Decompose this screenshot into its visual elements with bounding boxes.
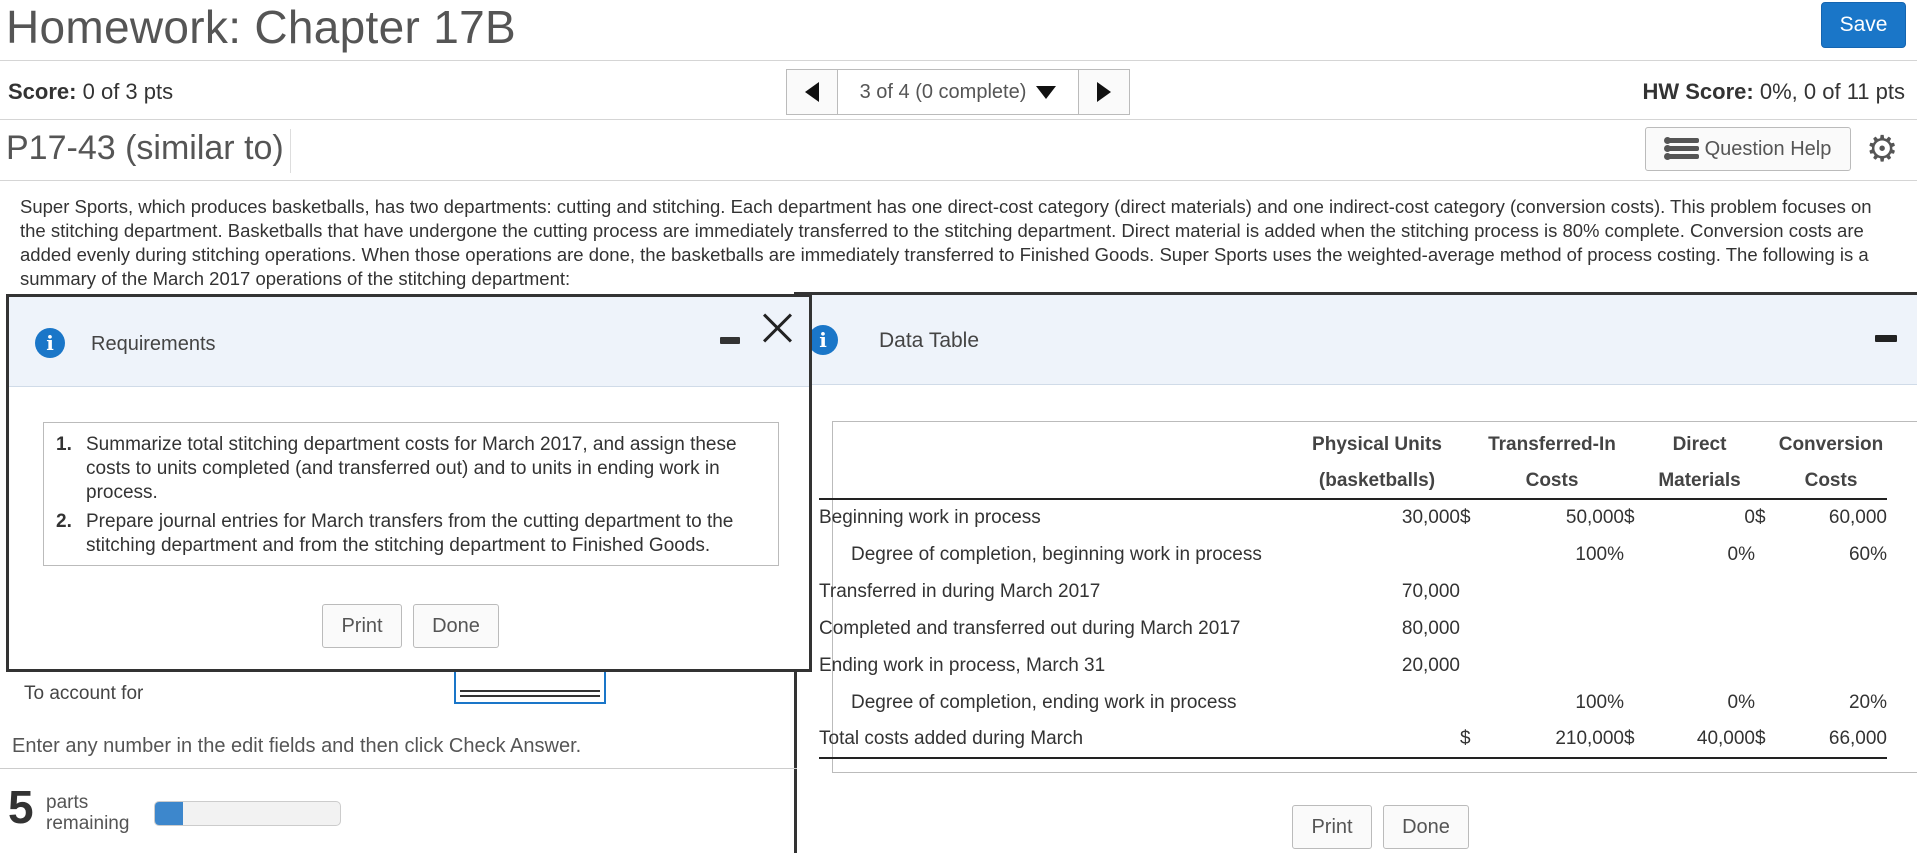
score-bar: Score: 0 of 3 pts 3 of 4 (0 complete) HW… [0, 60, 1917, 120]
table-row: Degree of completion, ending work in pro… [851, 691, 1887, 713]
page-title: Homework: Chapter 17B [6, 1, 516, 53]
data-table-title: Data Table [879, 329, 980, 352]
col-conversion-costs-sub: Costs [1775, 463, 1887, 500]
question-select[interactable]: 3 of 4 (0 complete) [838, 69, 1078, 115]
col-physical-units-sub: (basketballs) [1294, 463, 1460, 500]
data-table-header: i Data Table [797, 295, 1917, 385]
list-icon [1663, 136, 1699, 162]
hw-score-value: 0%, 0 of 11 pts [1759, 79, 1905, 104]
requirements-list: 1. Summarize total stitching department … [43, 422, 779, 566]
to-account-for-label: To account for [24, 683, 144, 704]
problem-statement: Super Sports, which produces basketballs… [20, 196, 1872, 289]
data-table-print-button[interactable]: Print [1292, 805, 1372, 849]
score-label: Score: [8, 79, 77, 104]
homework-header: Homework: Chapter 17B Save [0, 0, 1917, 56]
parts-remaining-label: parts remaining [46, 792, 129, 834]
parts-label-line2: remaining [46, 813, 130, 834]
data-table-done-button[interactable]: Done [1383, 805, 1469, 849]
table-row: Completed and transferred out during Mar… [819, 617, 1460, 639]
gear-icon[interactable]: ⚙ [1866, 131, 1898, 167]
question-bar: P17-43 (similar to) Question Help ⚙ [0, 121, 1917, 181]
triangle-right-icon [1097, 82, 1111, 102]
save-button[interactable]: Save [1821, 2, 1906, 48]
col-direct-materials: Direct [1672, 434, 1727, 455]
requirement-text: Prepare journal entries for March transf… [86, 511, 734, 556]
col-physical-units: Physical Units [1312, 434, 1442, 455]
requirements-print-button[interactable]: Print [322, 604, 402, 648]
list-item: 1. Summarize total stitching department … [56, 433, 766, 505]
list-item: 2. Prepare journal entries for March tra… [56, 510, 766, 558]
question-navigator: 3 of 4 (0 complete) [786, 69, 1130, 115]
question-id: P17-43 (similar to) [6, 129, 291, 173]
requirement-number: 2. [56, 511, 72, 532]
table-row: Beginning work in process 30,000 $ 50,00… [819, 507, 1887, 528]
instruction-text: Enter any number in the edit fields and … [12, 735, 582, 757]
col-conversion-costs: Conversion [1778, 434, 1884, 455]
table-row: Ending work in process, March 31 20,000 [819, 654, 1460, 676]
table-row: Transferred in during March 2017 70,000 [819, 580, 1460, 602]
previous-question-button[interactable] [786, 69, 838, 115]
requirements-title: Requirements [91, 333, 216, 355]
requirements-dialog: i Requirements 1. Summarize total stitch… [6, 294, 812, 672]
hw-score-label: HW Score: [1642, 79, 1754, 104]
question-help-label: Question Help [1704, 137, 1832, 160]
col-transferred-in: Transferred-In [1488, 434, 1616, 455]
hw-score: HW Score: 0%, 0 of 11 pts [1642, 79, 1905, 105]
score-value: 0 of 3 pts [82, 79, 174, 104]
requirement-number: 1. [56, 434, 72, 455]
minimize-icon[interactable] [720, 337, 740, 344]
question-position: 3 of 4 (0 complete) [859, 80, 1027, 103]
info-icon: i [808, 325, 838, 355]
data-table-dialog: i Data Table Physical Units Transferred-… [797, 292, 1917, 853]
minimize-icon[interactable] [1875, 335, 1897, 342]
to-account-for-input[interactable] [454, 670, 606, 704]
table-row: Degree of completion, beginning work in … [851, 543, 1887, 565]
requirements-done-button[interactable]: Done [413, 604, 499, 648]
col-transferred-in-sub: Costs [1480, 463, 1624, 500]
score: Score: 0 of 3 pts [8, 79, 173, 105]
progress-fill [155, 802, 183, 825]
table-header-row: (basketballs) Costs Materials Costs [819, 463, 1887, 500]
table-header-row: Physical Units Transferred-In Direct Con… [819, 427, 1887, 463]
requirement-text: Summarize total stitching department cos… [86, 434, 737, 503]
parts-remaining-count: 5 [8, 781, 34, 833]
question-help-button[interactable]: Question Help [1645, 127, 1851, 171]
close-icon[interactable] [759, 309, 795, 345]
table-row-total: Total costs added during March $ 210,000… [819, 721, 1887, 759]
triangle-down-icon [1036, 85, 1057, 99]
triangle-left-icon [805, 82, 819, 102]
parts-label-line1: parts [46, 792, 89, 813]
info-icon: i [35, 328, 65, 358]
requirements-header: i Requirements [9, 297, 809, 387]
next-question-button[interactable] [1078, 69, 1130, 115]
data-table: Physical Units Transferred-In Direct Con… [819, 427, 1887, 759]
parts-progress-bar [154, 801, 341, 826]
divider [0, 768, 797, 769]
col-direct-materials-sub: Materials [1644, 463, 1755, 500]
